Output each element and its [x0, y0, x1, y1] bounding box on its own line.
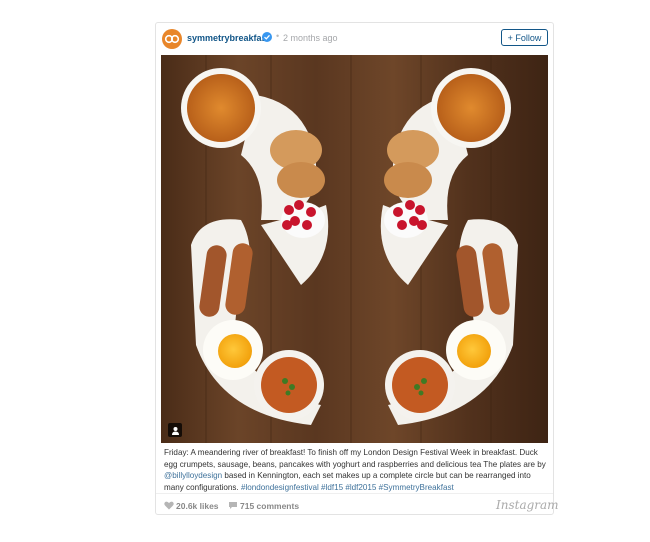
post-timestamp[interactable]: 2 months ago	[283, 33, 338, 43]
user-tag-icon[interactable]	[168, 423, 182, 437]
comments-count[interactable]: 715 comments	[240, 501, 299, 511]
avatar-logo-icon	[164, 34, 180, 44]
post-footer: 20.6k likes 715 comments Instagram	[156, 493, 559, 516]
mention-link[interactable]: @billylloydesign	[164, 471, 222, 480]
likes-count[interactable]: 20.6k likes	[176, 501, 219, 511]
username-link[interactable]: symmetrybreakfast	[187, 33, 270, 43]
instagram-brand-logo[interactable]: Instagram	[496, 498, 559, 512]
follow-button[interactable]: + Follow	[501, 29, 548, 46]
post-photo[interactable]	[161, 55, 548, 443]
separator-dot: •	[276, 31, 280, 41]
hashtags-links[interactable]: #londondesignfestival #ldf15 #ldf2015 #S…	[241, 483, 454, 492]
caption-text: Friday: A meandering river of breakfast!…	[164, 448, 546, 469]
post-caption: Friday: A meandering river of breakfast!…	[164, 447, 548, 493]
speech-bubble-icon[interactable]	[228, 501, 238, 510]
avatar[interactable]	[162, 29, 182, 49]
verified-badge-icon	[262, 32, 272, 42]
instagram-post-card: symmetrybreakfast • 2 months ago + Follo…	[155, 22, 559, 516]
heart-icon[interactable]	[164, 501, 174, 510]
post-header: symmetrybreakfast • 2 months ago + Follo…	[156, 23, 553, 55]
